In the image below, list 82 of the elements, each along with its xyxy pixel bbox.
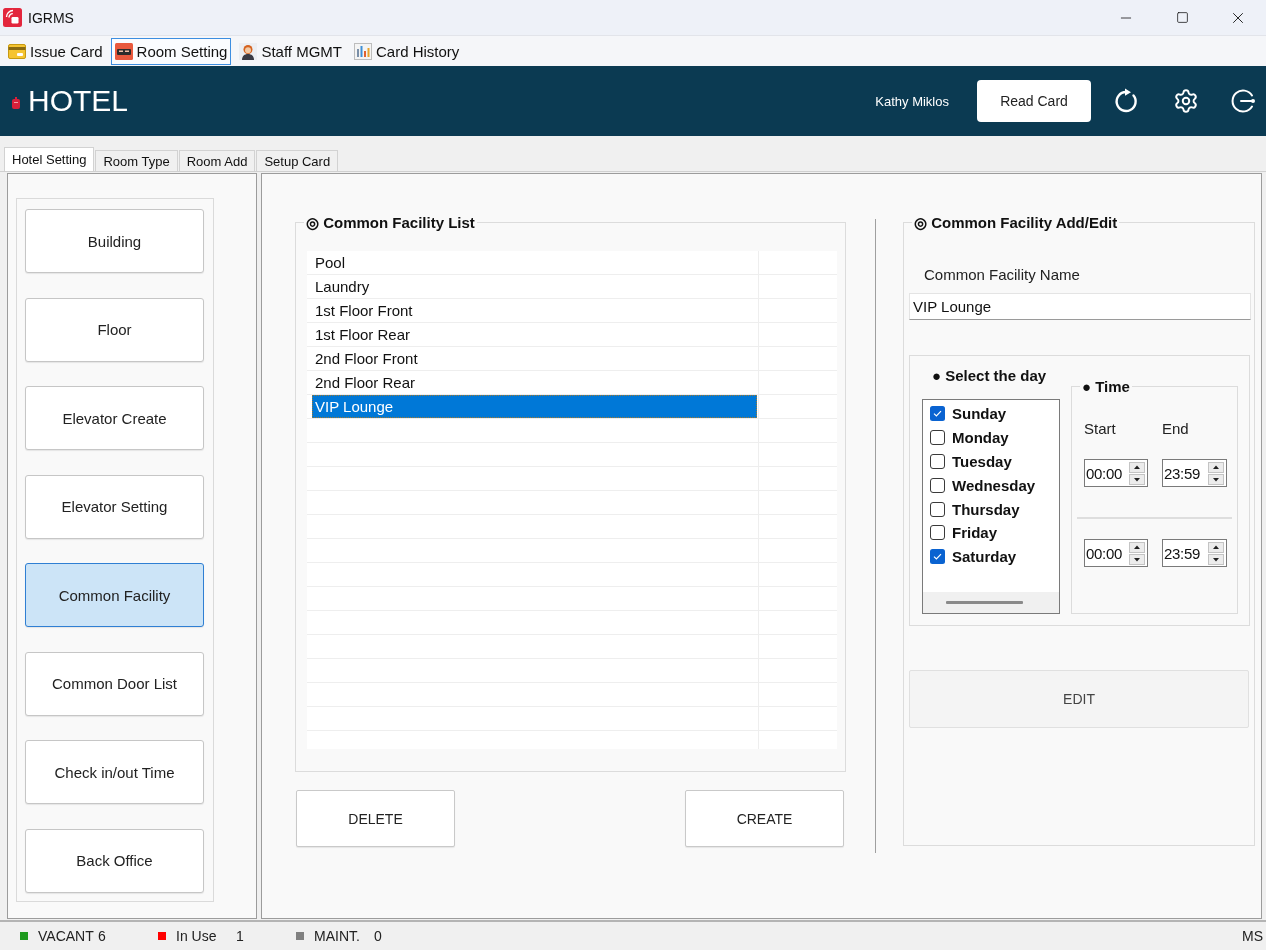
caret-down-icon[interactable] [1208,473,1224,485]
list-row[interactable]: 1st Floor Front [312,299,757,322]
status-count: 0 [374,928,382,944]
day-label: Tuesday [952,453,1012,470]
sidebar-item[interactable]: Floor [25,297,204,362]
edit-button[interactable]: EDIT [909,670,1249,728]
name-input-field[interactable]: VIP Lounge [909,293,1251,320]
list-row[interactable]: 1st Floor Rear [312,323,757,346]
tab[interactable]: Setup Card [256,150,339,171]
checkbox[interactable] [930,430,945,446]
status-text: MS [1242,928,1264,944]
caret-up-icon[interactable] [1208,541,1224,553]
status-count: 6 [98,928,106,944]
checkbox[interactable] [930,477,945,493]
day-label: Monday [952,429,1009,447]
bar-chart-icon [354,42,372,60]
list-row[interactable]: Laundry [312,275,757,298]
day-label: Friday [952,524,997,542]
logo-mark-icon [12,97,20,109]
status-label: VACANT [38,928,94,944]
section-title: ● Select the day [932,367,1048,384]
list-row[interactable]: Pool [312,251,757,274]
delete-button[interactable]: DELETE [296,790,455,847]
card-icon [8,42,26,60]
toolbar-button[interactable]: Issue Card [4,37,107,65]
caret-up-icon[interactable] [1129,461,1145,473]
day-label: Saturday [952,548,1017,566]
hotel-brand: HOTEL [28,84,129,118]
checkbox[interactable] [930,549,945,565]
toolbar-button[interactable]: Card History [350,37,464,65]
caret-up-icon[interactable] [1129,541,1145,553]
day-label: Wednesday [952,476,1036,494]
list-row[interactable]: VIP Lounge [312,395,757,418]
sidebar-item[interactable]: Elevator Create [25,386,204,450]
checkbox[interactable] [930,406,945,422]
list-row[interactable]: 2nd Floor Rear [312,371,757,394]
caret-down-icon[interactable] [1208,553,1224,565]
list-row[interactable]: 2nd Floor Front [312,347,757,370]
bed-icon [114,42,133,60]
status-label: MAINT. [314,928,361,944]
sidebar-item[interactable]: Back Office [25,828,204,893]
horizontal-scrollbar[interactable] [923,592,1059,613]
tab[interactable]: Room Type [95,150,178,171]
time-spinner[interactable]: 23:59 [1162,539,1227,567]
group-title: ◎ Common Facility List [305,214,476,231]
end-label: End [1162,421,1190,437]
checkbox[interactable] [930,501,945,517]
sidebar-item[interactable]: Building [25,209,204,273]
window-title: IGRMS [28,9,74,26]
day-label: Thursday [952,500,1020,518]
day-label: Sunday [952,405,1007,423]
create-button[interactable]: CREATE [685,790,844,847]
sidebar-item[interactable]: Common Door List [25,651,204,716]
checkbox[interactable] [930,525,945,541]
group-title: ◎ Common Facility Add/Edit [913,214,1119,231]
person-icon [239,42,258,60]
time-spinner[interactable]: 00:00 [1084,539,1148,567]
app-logo-icon [3,8,22,27]
sidebar-item[interactable]: Common Facility [25,563,204,627]
tab[interactable]: Room Add [178,150,256,171]
time-spinner[interactable]: 00:00 [1084,459,1148,487]
sidebar-item[interactable]: Elevator Setting [25,474,204,539]
user-name: Kathy Miklos [875,93,949,109]
read-card-button[interactable]: Read Card [977,80,1091,122]
logout-icon[interactable] [1230,88,1256,114]
caret-down-icon[interactable] [1129,473,1145,485]
toolbar-button[interactable]: Room Setting [110,37,232,65]
caret-up-icon[interactable] [1208,461,1224,473]
field-label: Common Facility Name [924,267,1081,283]
tab[interactable]: Hotel Setting [4,147,95,171]
toolbar-button[interactable]: Staff MGMT [235,37,346,65]
section-title: ● Time [1081,378,1131,395]
sidebar-item[interactable]: Check in/out Time [25,740,204,804]
start-label: Start [1084,421,1117,437]
checkbox[interactable] [930,454,945,469]
caret-down-icon[interactable] [1129,553,1145,565]
status-count: 1 [236,928,244,944]
time-spinner[interactable]: 23:59 [1162,459,1227,487]
settings-icon[interactable] [1173,88,1199,114]
status-label: In Use [176,928,218,944]
refresh-icon[interactable] [1114,88,1140,114]
maximize-icon[interactable] [1175,11,1189,24]
